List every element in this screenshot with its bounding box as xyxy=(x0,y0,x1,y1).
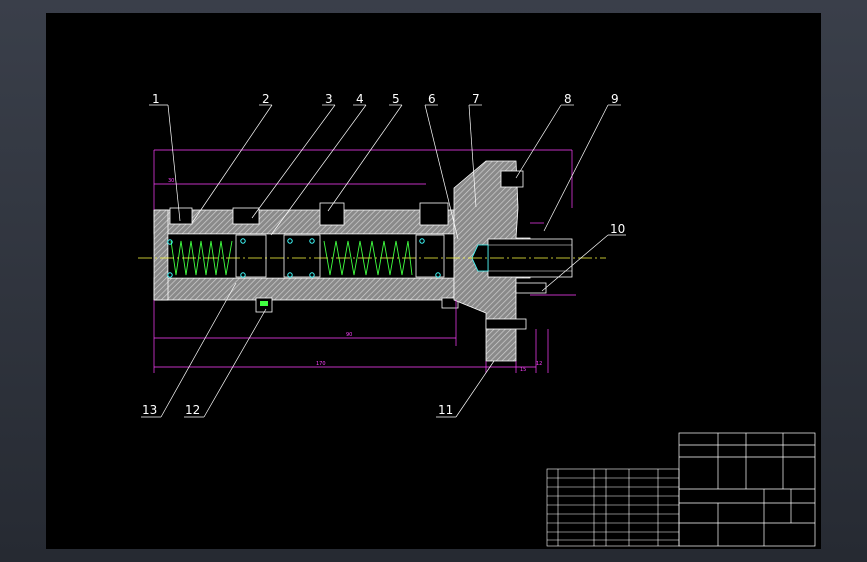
callout-1[interactable]: 1 xyxy=(152,92,160,106)
drawing-sheet: 30 90 170 15 12 1 2 3 4 5 6 7 8 9 10 11 … xyxy=(46,13,821,549)
housing-top-wall xyxy=(153,209,455,235)
dim-overall-length: 170 xyxy=(316,361,326,367)
dim-offset-small2: 12 xyxy=(536,361,542,367)
title-block-frame xyxy=(678,432,816,547)
callout-9[interactable]: 9 xyxy=(611,92,619,106)
callout-12[interactable]: 12 xyxy=(185,403,200,417)
dim-offset-small: 15 xyxy=(520,367,526,373)
dim-center-span: 90 xyxy=(346,332,352,338)
boss-1 xyxy=(169,207,193,225)
callout-10[interactable]: 10 xyxy=(610,222,625,236)
callout-13[interactable]: 13 xyxy=(142,403,157,417)
flange-bolt-right xyxy=(515,282,547,294)
dim-left-bore: 30 xyxy=(168,178,174,184)
callout-8[interactable]: 8 xyxy=(564,92,572,106)
title-block xyxy=(678,432,816,547)
callout-5[interactable]: 5 xyxy=(392,92,400,106)
flange-bolt-top xyxy=(500,170,524,188)
boss-3 xyxy=(319,202,345,226)
callout-6[interactable]: 6 xyxy=(428,92,436,106)
drawing-canvas[interactable]: 30 90 170 15 12 1 2 3 4 5 6 7 8 9 10 11 … xyxy=(46,13,821,549)
boss-4 xyxy=(419,202,449,226)
o-ring-bottom xyxy=(260,301,268,306)
housing-bottom-wall xyxy=(153,277,455,301)
flange-bolt-bottom xyxy=(485,318,527,330)
left-end-cap xyxy=(153,209,169,301)
callout-2[interactable]: 2 xyxy=(262,92,270,106)
viewport: 30 90 170 15 12 1 2 3 4 5 6 7 8 9 10 11 … xyxy=(0,0,867,562)
callout-4[interactable]: 4 xyxy=(356,92,364,106)
callout-7[interactable]: 7 xyxy=(472,92,480,106)
boss-2 xyxy=(232,207,260,225)
parts-list-frame xyxy=(546,468,680,547)
callout-11[interactable]: 11 xyxy=(438,403,453,417)
parts-list xyxy=(546,468,680,547)
callout-3[interactable]: 3 xyxy=(325,92,333,106)
